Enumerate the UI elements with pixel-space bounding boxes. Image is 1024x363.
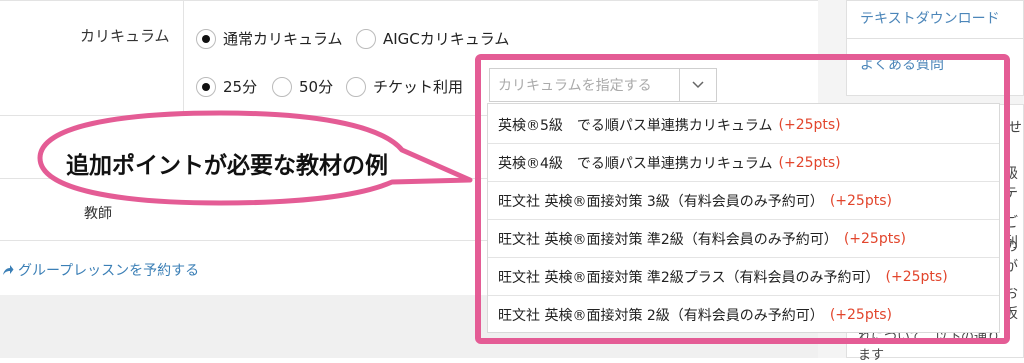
radio-25min[interactable]: 25分 (196, 76, 257, 97)
highlight-frame (475, 54, 1010, 344)
group-lesson-link[interactable]: グループレッスンを予約する (2, 260, 199, 280)
radio-label: AIGCカリキュラム (383, 30, 510, 48)
curriculum-label: カリキュラム (80, 27, 170, 45)
radio-ticket[interactable]: チケット利用 (346, 76, 463, 97)
radio-label: 50分 (299, 78, 334, 96)
radio-unchecked-icon (272, 76, 292, 97)
radio-checked-icon (196, 76, 216, 97)
form-top-border (0, 0, 818, 1)
annotation-text: 追加ポイントが必要な教材の例 (66, 153, 388, 179)
radio-unchecked-icon (356, 28, 376, 49)
form-column-divider (183, 0, 184, 115)
sidebar-divider (846, 38, 1024, 39)
radio-unchecked-icon (346, 76, 366, 97)
radio-label: 25分 (223, 78, 258, 96)
group-lesson-label: グループレッスンを予約する (18, 263, 200, 279)
radio-checked-icon (196, 28, 216, 49)
radio-normal-curriculum[interactable]: 通常カリキュラム (196, 28, 343, 49)
sidebar-text-fragment: せ (1008, 120, 1022, 136)
sidebar-link-text-download[interactable]: テキストダウンロード (860, 8, 1000, 28)
radio-label: 通常カリキュラム (223, 30, 343, 48)
radio-label: チケット利用 (373, 78, 464, 96)
radio-aigc-curriculum[interactable]: AIGCカリキュラム (356, 28, 509, 49)
sidebar-text-fragment: ます (858, 348, 885, 363)
share-arrow-icon (3, 265, 14, 275)
radio-50min[interactable]: 50分 (272, 76, 333, 97)
